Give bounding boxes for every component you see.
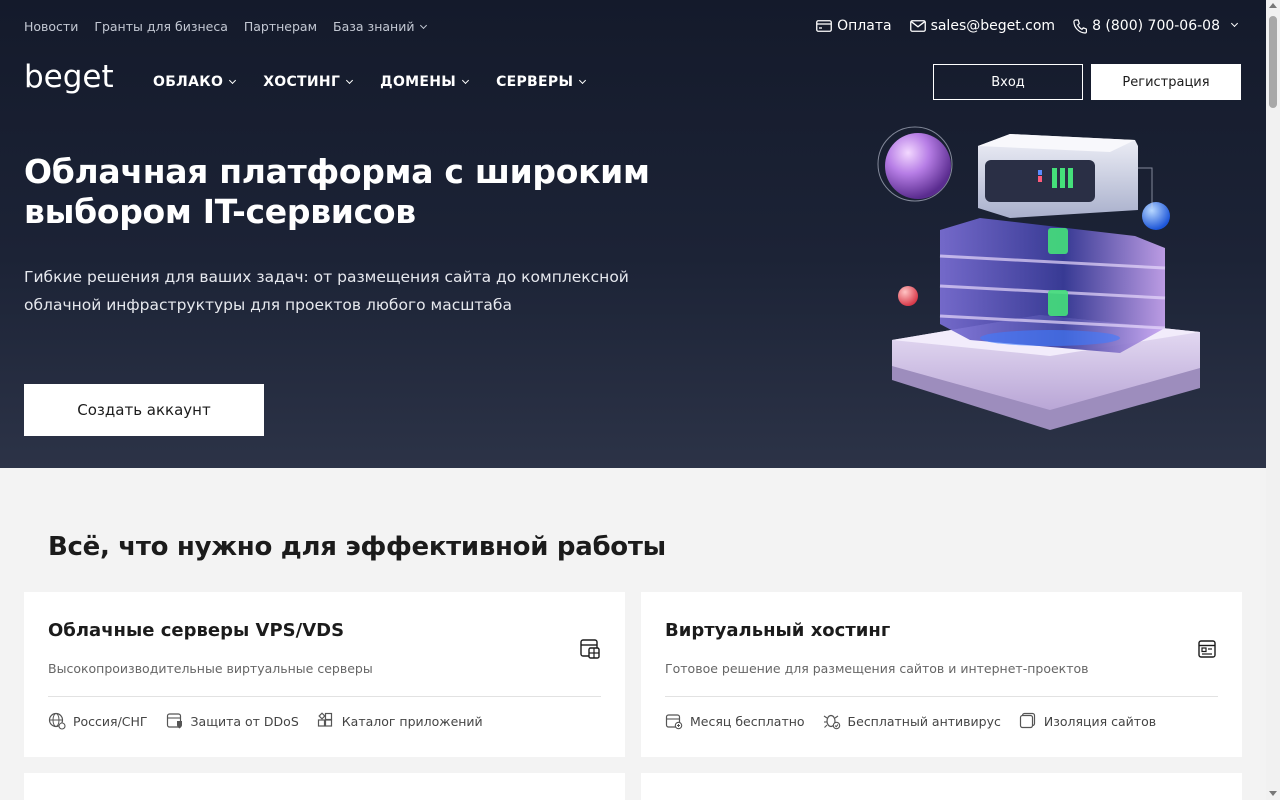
red-sphere [898, 286, 918, 306]
payment-label: Оплата [837, 18, 892, 34]
hero-subtitle: Гибкие решения для ваших задач: от разме… [24, 263, 644, 319]
shield-server-icon [166, 713, 182, 729]
hero-title: Облачная платформа с широким выбором IT-… [24, 152, 704, 232]
purple-sphere [885, 133, 951, 199]
page-scrollbar[interactable] [1266, 0, 1280, 800]
isolation-icon [1019, 712, 1035, 729]
nav-item-domains[interactable]: ДОМЕНЫ [380, 74, 470, 90]
topbar-link-grants[interactable]: Гранты для бизнеса [94, 19, 228, 34]
feature-label: Защита от DDoS [190, 713, 299, 729]
feature-label: Изоляция сайтов [1043, 713, 1157, 729]
feature-label: Бесплатный антивирус [847, 713, 1001, 729]
phone-link[interactable]: 8 (800) 700-06-08 [1073, 18, 1239, 34]
app-catalog-icon [317, 712, 332, 727]
scrollbar-thumb[interactable] [1269, 16, 1277, 108]
nav-item-cloud[interactable]: ОБЛАКО [153, 74, 237, 90]
calendar-plus-icon [665, 714, 683, 730]
feature-russia-cis: Россия/СНГ [48, 712, 148, 730]
top-links: Новости Гранты для бизнеса Партнерам Баз… [24, 17, 428, 35]
card-description: Готовое решение для размещения сайтов и … [665, 661, 1089, 676]
topbar-link-partners[interactable]: Партнерам [244, 19, 317, 34]
globe-icon [48, 712, 66, 730]
card-divider [48, 696, 601, 697]
nav-label: СЕРВЕРЫ [496, 74, 574, 90]
blue-sphere [1142, 202, 1170, 230]
vps-server-icon [580, 639, 600, 659]
chevron-down-icon [579, 76, 587, 85]
email-label: sales@beget.com [930, 18, 1056, 34]
beget-logo[interactable]: beget [24, 58, 120, 106]
topbar-link-knowledge-base[interactable]: База знаний [333, 18, 428, 34]
hero-title-line: Облачная платформа с широким [24, 152, 650, 191]
bug-shield-icon [823, 714, 840, 730]
feature-label: Россия/СНГ [73, 713, 148, 729]
card-features: Россия/СНГ Защита от DDoS Каталог прилож… [48, 712, 483, 730]
top-server-box [978, 134, 1138, 218]
hero-subtitle-line: Гибкие решения для ваших задач: от разме… [24, 268, 629, 286]
server-illustration [877, 126, 1200, 430]
credit-card-icon [816, 20, 833, 32]
email-link[interactable]: sales@beget.com [909, 18, 1056, 34]
card-features: Месяц бесплатно Бесплатный антивирус Изо… [665, 712, 1156, 730]
chevron-down-icon [420, 21, 428, 29]
create-account-button[interactable]: Создать аккаунт [24, 384, 264, 436]
feature-label: Месяц бесплатно [690, 713, 805, 729]
scroll-down-arrow-icon[interactable] [1269, 791, 1277, 796]
nav-label: ХОСТИНГ [263, 74, 341, 90]
chevron-down-icon [1230, 19, 1239, 27]
scroll-up-arrow-icon[interactable] [1269, 3, 1277, 8]
hero-subtitle-line: облачной инфраструктуры для проектов люб… [24, 296, 512, 314]
server-tiers [939, 218, 1166, 353]
contacts-bar: Оплата sales@beget.com 8 (800) 700-06-08 [816, 17, 1239, 35]
nav-item-hosting[interactable]: ХОСТИНГ [263, 74, 354, 90]
card-title: Облачные серверы VPS/VDS [48, 620, 345, 641]
card-description: Высокопроизводительные виртуальные серве… [48, 661, 373, 676]
nav-label: ДОМЕНЫ [380, 74, 457, 90]
card-title: Виртуальный хостинг [665, 620, 891, 641]
nav-label: ОБЛАКО [153, 74, 224, 90]
login-button[interactable]: Вход [933, 64, 1083, 100]
feature-free-month: Месяц бесплатно [665, 712, 805, 730]
topbar-link-news[interactable]: Новости [24, 19, 78, 34]
service-card-hosting[interactable]: Виртуальный хостинг Готовое решение для … [641, 592, 1242, 757]
hosting-panel-icon [1198, 640, 1216, 658]
feature-free-antivirus: Бесплатный антивирус [823, 712, 1001, 730]
feature-app-catalog: Каталог приложений [317, 712, 483, 730]
phone-label: 8 (800) 700-06-08 [1092, 18, 1220, 34]
phone-icon [1073, 18, 1088, 34]
nav-item-servers[interactable]: СЕРВЕРЫ [496, 74, 587, 90]
payment-link[interactable]: Оплата [816, 18, 892, 34]
hero-title-line: выбором IT-сервисов [24, 192, 416, 231]
section-title: Всё, что нужно для эффективной работы [48, 532, 666, 562]
feature-label: Каталог приложений [341, 713, 483, 729]
service-card-partial[interactable] [24, 773, 625, 800]
feature-site-isolation: Изоляция сайтов [1019, 712, 1156, 730]
chevron-down-icon [346, 76, 354, 85]
card-divider [665, 696, 1218, 697]
main-nav: ОБЛАКО ХОСТИНГ ДОМЕНЫ СЕРВЕРЫ [153, 72, 587, 92]
service-card-partial[interactable] [641, 773, 1242, 800]
register-button[interactable]: Регистрация [1091, 64, 1241, 100]
service-card-vps[interactable]: Облачные серверы VPS/VDS Высокопроизводи… [24, 592, 625, 757]
feature-ddos-protection: Защита от DDoS [166, 712, 299, 730]
chevron-down-icon [462, 76, 470, 85]
mail-icon [909, 20, 926, 32]
chevron-down-icon [229, 76, 237, 85]
hero-section: Новости Гранты для бизнеса Партнерам Баз… [0, 0, 1266, 468]
knowledge-base-label: База знаний [333, 18, 415, 34]
logo-text: beget [24, 59, 114, 95]
